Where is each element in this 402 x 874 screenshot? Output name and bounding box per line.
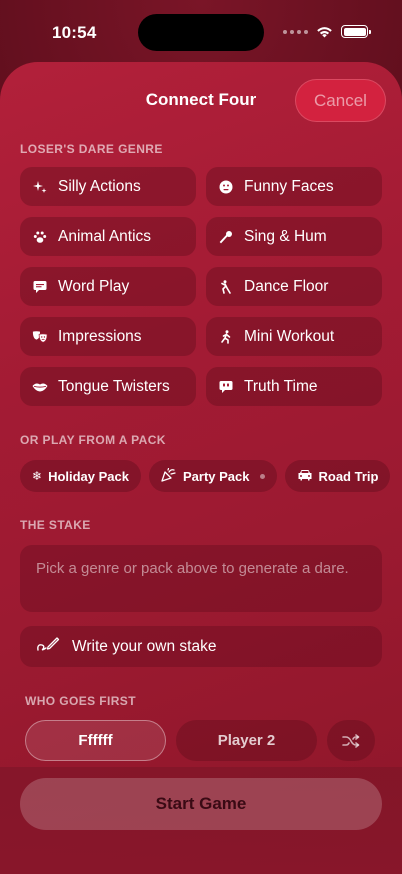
signal-dots-icon: [283, 29, 308, 34]
party-popper-icon: [161, 467, 177, 485]
pack-chip-party[interactable]: Party Pack: [149, 460, 277, 492]
quote-bubble-icon: [218, 379, 234, 395]
paw-icon: [32, 229, 48, 245]
genre-label: Tongue Twisters: [58, 377, 170, 395]
genre-button-impressions[interactable]: Impressions: [20, 317, 196, 356]
dynamic-island: [138, 14, 264, 51]
game-setup-sheet: Connect Four Cancel LOSER'S DARE GENRE S…: [0, 62, 402, 874]
cancel-button[interactable]: Cancel: [295, 79, 386, 122]
genre-button-sing-and-hum[interactable]: Sing & Hum: [206, 217, 382, 256]
genre-label: Dance Floor: [244, 277, 329, 295]
face-icon: [218, 179, 234, 195]
genre-button-word-play[interactable]: Word Play: [20, 267, 196, 306]
genre-button-tongue-twisters[interactable]: Tongue Twisters: [20, 367, 196, 406]
runner-icon: [218, 329, 234, 345]
battery-icon: [341, 25, 371, 38]
genre-button-animal-antics[interactable]: Animal Antics: [20, 217, 196, 256]
sparkle-icon: [32, 179, 48, 195]
genre-grid: Silly Actions Funny Faces Animal Antics …: [20, 167, 382, 406]
stake-section-label: THE STAKE: [20, 518, 91, 532]
pack-label: Party Pack: [183, 468, 250, 484]
genre-label: Word Play: [58, 277, 130, 295]
pack-label: Road Trip: [318, 468, 379, 484]
sheet-header: Connect Four Cancel: [0, 62, 402, 138]
genre-label: Mini Workout: [244, 327, 335, 345]
shuffle-icon: [342, 733, 360, 748]
wifi-icon: [317, 26, 332, 37]
genre-label: Silly Actions: [58, 177, 141, 195]
genre-section-label: LOSER'S DARE GENRE: [20, 142, 163, 156]
theater-masks-icon: [32, 329, 48, 345]
genre-button-truth-time[interactable]: Truth Time: [206, 367, 382, 406]
status-icons: [283, 25, 371, 38]
first-player-selector: Ffffff Player 2: [25, 720, 377, 761]
snowflake-icon: ❄: [32, 469, 43, 483]
pack-indicator-dot: [259, 473, 265, 479]
car-icon: [297, 469, 313, 484]
genre-label: Truth Time: [244, 377, 318, 395]
status-bar: 10:54: [0, 0, 402, 62]
pack-chip-holiday[interactable]: ❄ Holiday Pack: [20, 460, 141, 492]
pack-section-label: OR PLAY FROM A PACK: [20, 433, 166, 447]
pack-label: Holiday Pack: [48, 468, 129, 484]
player-1-button[interactable]: Ffffff: [25, 720, 166, 761]
write-own-stake-label: Write your own stake: [72, 637, 217, 655]
genre-button-funny-faces[interactable]: Funny Faces: [206, 167, 382, 206]
pack-row: ❄ Holiday Pack Party Pack Road Trip: [20, 460, 402, 494]
pack-chip-road-trip[interactable]: Road Trip: [284, 460, 391, 492]
genre-button-dance-floor[interactable]: Dance Floor: [206, 267, 382, 306]
genre-button-mini-workout[interactable]: Mini Workout: [206, 317, 382, 356]
dancer-icon: [218, 279, 234, 295]
genre-label: Impressions: [58, 327, 142, 345]
status-time: 10:54: [52, 23, 97, 42]
microphone-icon: [218, 229, 234, 245]
pencil-scribble-icon: [36, 636, 60, 657]
start-game-button[interactable]: Start Game: [20, 778, 382, 830]
player-2-button[interactable]: Player 2: [176, 720, 317, 761]
genre-button-silly-actions[interactable]: Silly Actions: [20, 167, 196, 206]
shuffle-button[interactable]: [327, 720, 375, 761]
write-own-stake-button[interactable]: Write your own stake: [20, 626, 382, 667]
genre-label: Animal Antics: [58, 227, 152, 245]
stake-display: Pick a genre or pack above to generate a…: [20, 545, 382, 612]
first-player-section-label: WHO GOES FIRST: [25, 694, 136, 708]
genre-label: Sing & Hum: [244, 227, 327, 245]
speech-bubble-icon: [32, 279, 48, 295]
genre-label: Funny Faces: [244, 177, 334, 195]
lips-icon: [32, 379, 48, 395]
